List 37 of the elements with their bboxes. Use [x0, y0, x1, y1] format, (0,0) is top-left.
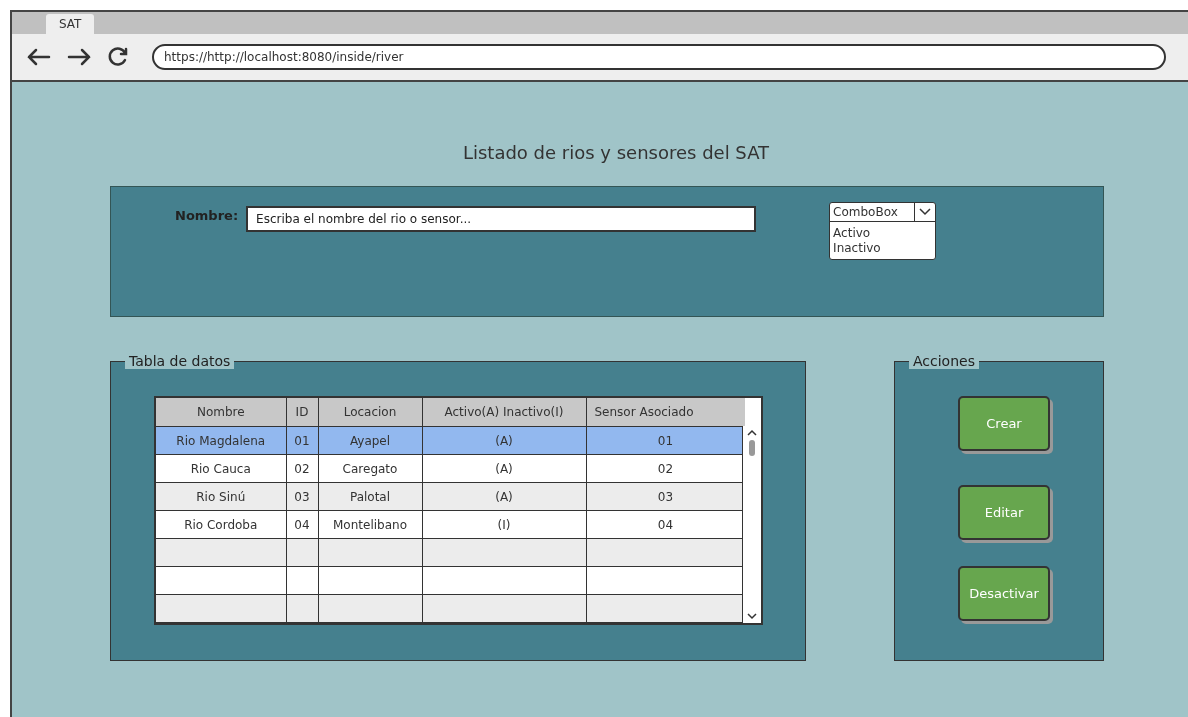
- chevron-down-icon: [919, 208, 932, 216]
- table-cell: Rio Cauca: [156, 454, 286, 483]
- back-icon[interactable]: [26, 46, 52, 68]
- status-combobox[interactable]: ComboBox Activo Inactivo: [829, 202, 937, 260]
- table-cell: Palotal: [318, 482, 422, 511]
- table-cell: Montelibano: [318, 510, 422, 539]
- table-cell: Rio Cordoba: [156, 510, 286, 539]
- column-header: Nombre: [156, 398, 286, 427]
- table-cell: (A): [422, 426, 586, 455]
- column-header: Locacion: [318, 398, 422, 427]
- table-row[interactable]: Rio Sinú 03 Palotal (A) 03: [156, 482, 745, 511]
- column-header: ID: [286, 398, 318, 427]
- name-label: Nombre:: [175, 208, 239, 223]
- forward-icon[interactable]: [66, 46, 92, 68]
- table-row[interactable]: Rio Magdalena 01 Ayapel (A) 01: [156, 426, 745, 455]
- browser-tab[interactable]: SAT: [46, 14, 95, 34]
- page-title: Listado de rios y sensores del SAT: [461, 142, 770, 163]
- scroll-thumb[interactable]: [749, 440, 755, 456]
- column-header: Sensor Asociado: [586, 398, 745, 427]
- table-cell: (A): [422, 454, 586, 483]
- table-cell: 02: [286, 454, 318, 483]
- chevron-down-icon[interactable]: [747, 613, 757, 620]
- table-cell: Rio Magdalena: [156, 426, 286, 455]
- name-search-field[interactable]: Escriba el nombre del rio o sensor...: [246, 206, 757, 232]
- table-cell: (I): [422, 510, 586, 539]
- table-cell: (A): [422, 482, 586, 511]
- table-cell: Caregato: [318, 454, 422, 483]
- dropdown-option[interactable]: Activo: [833, 226, 933, 241]
- table-cell: Rio Sinú: [156, 482, 286, 511]
- table-cell: 04: [286, 510, 318, 539]
- column-header: Activo(A) Inactivo(I): [422, 398, 586, 427]
- table-cell: Ayapel: [318, 426, 422, 455]
- panel-legend: Tabla de datos: [125, 353, 235, 369]
- chevron-up-icon[interactable]: [747, 429, 757, 436]
- panel-legend: Acciones: [909, 353, 979, 369]
- dropdown-option[interactable]: Inactivo: [833, 241, 933, 256]
- address-bar[interactable]: https://http://localhost:8080/inside/river: [152, 44, 1166, 70]
